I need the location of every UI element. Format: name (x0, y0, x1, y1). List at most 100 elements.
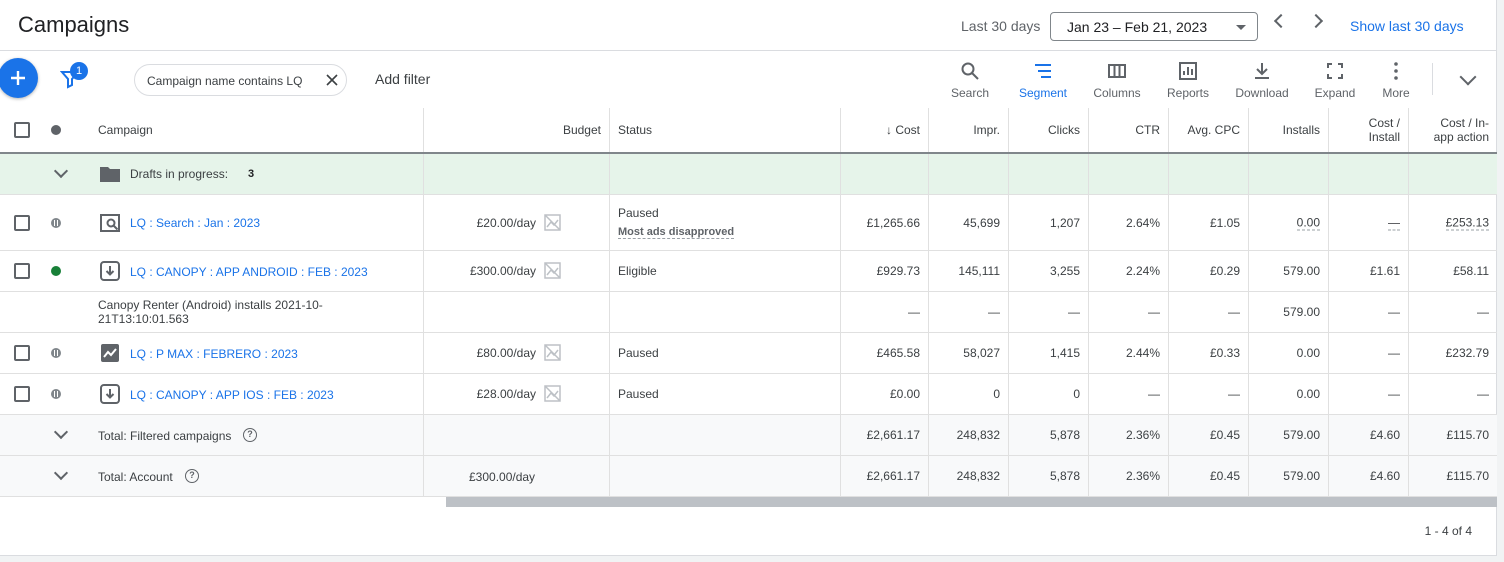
table-row: LQ : CANOPY : APP IOS : FEB : 2023 £28.0… (0, 374, 1497, 415)
show-last-30-days-link[interactable]: Show last 30 days (1350, 18, 1464, 34)
campaign-name-link[interactable]: LQ : CANOPY : APP IOS : FEB : 2023 (130, 388, 334, 402)
paused-status-icon[interactable] (51, 389, 61, 399)
header-ctr-cell[interactable]: CTR (1089, 108, 1169, 152)
search-icon (961, 62, 979, 80)
ctr-cell: 2.36% (1089, 456, 1169, 496)
header-status-cell[interactable]: Status (610, 108, 841, 152)
campaign-name-link[interactable]: LQ : P MAX : FEBRERO : 2023 (130, 347, 298, 361)
installs-cell: 579.00 (1249, 456, 1329, 496)
expand-tool-button[interactable]: Expand (1300, 59, 1370, 103)
budget-chart-icon[interactable] (544, 262, 561, 279)
drafts-name-cell: Drafts in progress: 3 (0, 154, 424, 194)
header-cpc-cell[interactable]: Avg. CPC (1169, 108, 1249, 152)
status-header-icon[interactable] (51, 125, 61, 135)
campaigns-panel: Campaigns Last 30 days Jan 23 – Feb 21, … (0, 0, 1497, 556)
clicks-value: 1,415 (1049, 346, 1080, 360)
ctr-value: — (1148, 387, 1160, 401)
filter-chip[interactable]: Campaign name contains LQ (134, 64, 347, 96)
column-header-installs[interactable]: Installs (1283, 123, 1320, 137)
eligible-status-icon[interactable] (51, 266, 61, 276)
drafts-row[interactable]: Drafts in progress: 3 (0, 154, 1497, 195)
ctr-value: 2.36% (1125, 428, 1160, 442)
status-cell (610, 415, 841, 455)
search-tool-button[interactable]: Search (935, 59, 1005, 103)
drafts-installs-cell (1249, 154, 1329, 194)
installs-cell: 0.00 (1249, 374, 1329, 414)
budget-value[interactable]: £20.00/day (477, 216, 536, 230)
column-header-budget[interactable]: Budget (563, 123, 601, 137)
paused-status-icon[interactable] (51, 218, 61, 228)
status-cell (610, 292, 841, 332)
installs-value: 579.00 (1283, 305, 1320, 319)
more-vert-icon (1394, 62, 1398, 80)
budget-value[interactable]: £300.00/day (470, 264, 536, 278)
column-header-cost[interactable]: ↓ Cost (886, 123, 920, 137)
column-header-clicks[interactable]: Clicks (1048, 123, 1080, 137)
header-budget-cell[interactable]: Budget (424, 108, 610, 152)
add-filter-button[interactable]: Add filter (375, 71, 430, 87)
campaign-name-link[interactable]: LQ : CANOPY : APP ANDROID : FEB : 2023 (130, 265, 368, 279)
budget-chart-icon[interactable] (544, 214, 561, 231)
total-filtered-label: Total: Filtered campaigns (98, 429, 232, 443)
horizontal-scrollbar[interactable] (446, 497, 1497, 507)
impr-cell: — (929, 292, 1009, 332)
column-header-status[interactable]: Status (618, 123, 652, 137)
help-icon[interactable]: ? (243, 428, 257, 442)
chevron-down-icon[interactable] (53, 424, 69, 440)
drafts-cost-install-cell (1329, 154, 1409, 194)
header-cost-cell[interactable]: ↓ Cost (841, 108, 929, 152)
budget-cell (424, 292, 610, 332)
help-icon[interactable]: ? (185, 469, 199, 483)
row-checkbox[interactable] (14, 345, 30, 361)
status-detail-link[interactable]: Most ads disapproved (618, 226, 735, 239)
cpc-value: — (1228, 387, 1240, 401)
row-checkbox[interactable] (14, 215, 30, 231)
reports-tool-button[interactable]: Reports (1153, 59, 1223, 103)
column-header-cost-inapp[interactable]: Cost / In-app action (1434, 116, 1489, 144)
ctr-value: — (1148, 305, 1160, 319)
column-header-ctr[interactable]: CTR (1135, 123, 1160, 137)
cost-inapp-cell: — (1409, 374, 1497, 414)
close-icon[interactable] (325, 73, 339, 87)
column-header-cost-install[interactable]: Cost / Install (1369, 116, 1400, 144)
row-checkbox[interactable] (14, 386, 30, 402)
header-clicks-cell[interactable]: Clicks (1009, 108, 1089, 152)
paused-status-icon[interactable] (51, 348, 61, 358)
budget-chart-icon[interactable] (544, 344, 561, 361)
header-cost-inapp-cell[interactable]: Cost / In-app action (1409, 108, 1497, 152)
cost-inapp-value: £115.70 (1446, 428, 1490, 442)
add-campaign-button[interactable] (0, 58, 38, 98)
date-range-dropdown[interactable]: Jan 23 – Feb 21, 2023 (1050, 12, 1258, 41)
clicks-cell: 1,207 (1009, 195, 1089, 250)
columns-tool-button[interactable]: Columns (1082, 59, 1152, 103)
cost-inapp-cell: £58.11 (1409, 251, 1497, 291)
budget-value[interactable]: £80.00/day (477, 346, 536, 360)
chevron-down-icon[interactable] (53, 465, 69, 481)
column-header-impr[interactable]: Impr. (973, 123, 1000, 137)
cpc-cell: £1.05 (1169, 195, 1249, 250)
campaign-name-link[interactable]: LQ : Search : Jan : 2023 (130, 216, 260, 230)
cost-install-cell: — (1329, 195, 1409, 250)
drafts-cpc-cell (1169, 154, 1249, 194)
column-header-avg-cpc[interactable]: Avg. CPC (1188, 123, 1240, 137)
row-checkbox[interactable] (14, 263, 30, 279)
total-account-label: Total: Account (98, 470, 173, 484)
download-tool-button[interactable]: Download (1227, 59, 1297, 103)
select-all-checkbox[interactable] (14, 122, 30, 138)
header-impr-cell[interactable]: Impr. (929, 108, 1009, 152)
more-tool-button[interactable]: More (1361, 59, 1431, 103)
budget-chart-icon[interactable] (544, 385, 561, 402)
chevron-down-icon[interactable] (1459, 68, 1477, 86)
chevron-down-icon[interactable] (53, 163, 69, 179)
budget-value: £300.00/day (469, 470, 536, 484)
budget-value[interactable]: £28.00/day (477, 387, 536, 401)
next-period-icon[interactable] (1308, 13, 1324, 29)
header-cost-install-cell[interactable]: Cost / Install (1329, 108, 1409, 152)
column-header-campaign[interactable]: Campaign (98, 123, 153, 137)
header-installs-cell[interactable]: Installs (1249, 108, 1329, 152)
cpc-cell: — (1169, 292, 1249, 332)
cost-inapp-value: — (1477, 305, 1489, 319)
installs-cell: 0.00 (1249, 333, 1329, 373)
previous-period-icon[interactable] (1273, 13, 1289, 29)
segment-tool-button[interactable]: Segment (1008, 59, 1078, 103)
